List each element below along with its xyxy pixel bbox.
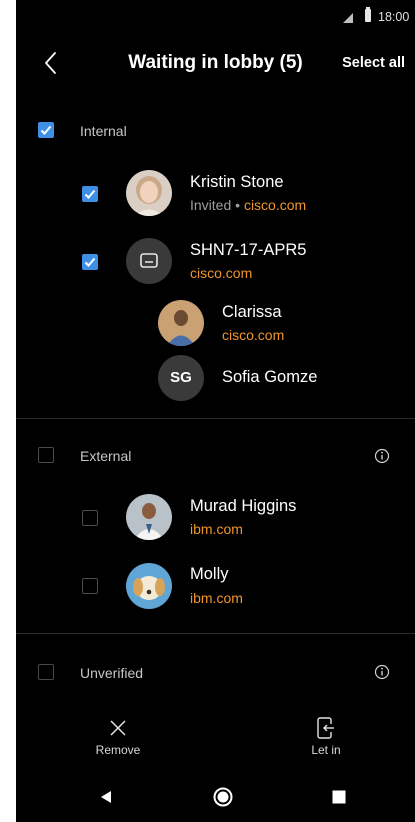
avatar-kristin-stone: [126, 170, 172, 216]
internal-section-checkbox[interactable]: [38, 122, 54, 138]
external-section-checkbox[interactable]: [38, 447, 54, 463]
section-label-external: External: [80, 448, 132, 464]
avatar-initials: SG: [158, 355, 204, 401]
participant-domain: ibm.com: [190, 521, 243, 537]
participant-checkbox-murad-higgins[interactable]: [82, 510, 98, 526]
participant-name: SHN7-17-APR5: [190, 241, 307, 259]
battery-icon: [365, 7, 371, 22]
participant-domain: cisco.com: [222, 327, 285, 343]
nav-back-icon[interactable]: [99, 790, 113, 804]
section-divider: [16, 418, 415, 419]
avatar-molly: [126, 563, 172, 609]
status-bar: 18:00: [16, 0, 415, 34]
participant-checkbox-kristin-stone[interactable]: [82, 186, 98, 202]
status-time: 18:00: [378, 10, 410, 24]
participant-domain: cisco.com: [190, 265, 253, 281]
select-all-button[interactable]: Select all: [342, 55, 405, 71]
participant-checkbox-molly[interactable]: [82, 578, 98, 594]
checkmark-icon: [40, 125, 52, 135]
unverified-section-checkbox[interactable]: [38, 664, 54, 680]
section-label-unverified: Unverified: [80, 665, 144, 681]
section-divider: [16, 633, 415, 634]
participant-domain: ibm.com: [190, 590, 243, 606]
remove-button[interactable]: Remove: [88, 718, 148, 757]
system-nav-bar: [16, 770, 415, 822]
video-device-icon: [140, 253, 158, 268]
participant-name: Molly: [190, 565, 229, 583]
section-label-internal: Internal: [80, 123, 127, 139]
participant-status: Invited • cisco.com: [190, 197, 307, 213]
participant-name: Kristin Stone: [190, 173, 284, 191]
close-icon: [110, 720, 126, 736]
participant-name: Murad Higgins: [190, 497, 297, 515]
participant-checkbox-shn7-17-apr5[interactable]: [82, 254, 98, 270]
nav-recents-icon[interactable]: [332, 790, 346, 804]
let-in-label: Let in: [311, 743, 341, 757]
let-in-button[interactable]: Let in: [296, 716, 356, 757]
checkmark-icon: [84, 257, 96, 267]
remove-label: Remove: [95, 743, 141, 757]
nav-home-icon[interactable]: [212, 786, 234, 808]
avatar-clarissa: [158, 300, 204, 346]
participant-name: Sofia Gomze: [222, 368, 318, 386]
participant-domain: cisco.com: [243, 197, 307, 213]
participant-name: Clarissa: [222, 303, 282, 321]
info-icon[interactable]: [374, 664, 390, 680]
avatar-device: [126, 238, 172, 284]
checkmark-icon: [84, 189, 96, 199]
lobby-screen: 18:00 Waiting in lobby (5) Select all In…: [16, 0, 415, 822]
cell-signal-icon: [343, 13, 353, 23]
door-enter-icon: [317, 717, 334, 739]
info-icon[interactable]: [374, 448, 390, 464]
avatar-murad-higgins: [126, 494, 172, 540]
